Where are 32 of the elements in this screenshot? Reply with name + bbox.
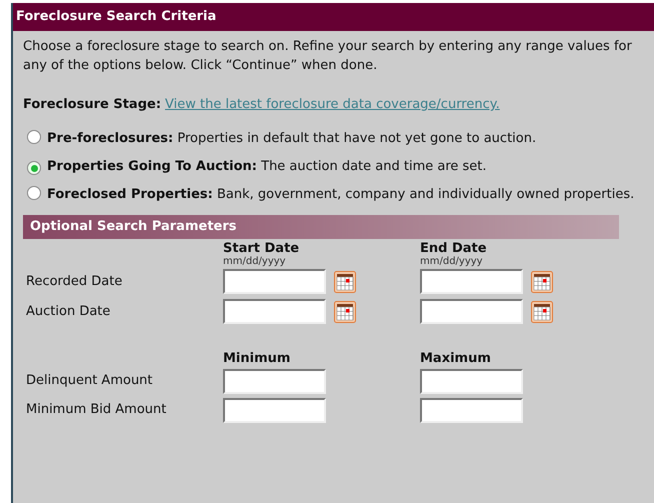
date-format-hint: mm/dd/yyyy <box>420 256 484 266</box>
radio-button[interactable] <box>27 186 41 200</box>
stage-option[interactable]: Properties Going To Auction: The auction date and time are set. <box>23 156 643 176</box>
stage-option[interactable]: Pre-foreclosures: Properties in default that have not yet gone to auction. <box>23 128 643 148</box>
input-field[interactable] <box>420 299 523 324</box>
input-field[interactable] <box>223 398 326 422</box>
stage-option[interactable]: Foreclosed Properties: Bank, government, company and individually owned properties. <box>23 184 643 204</box>
column-heading: Minimum <box>223 350 292 366</box>
radio-button[interactable] <box>27 161 41 175</box>
stage-label: Foreclosure Stage: <box>23 96 162 114</box>
column-heading: End Date <box>420 240 488 256</box>
panel-header: Foreclosure Search Criteria <box>13 3 654 31</box>
row-label: Recorded Date <box>25 272 124 291</box>
column-heading: Start Date <box>223 240 300 256</box>
calendar-icon[interactable] <box>531 300 553 322</box>
section-header: Optional Search Parameters <box>23 214 619 238</box>
calendar-icon[interactable] <box>531 270 553 292</box>
input-field[interactable] <box>420 269 523 294</box>
calendar-icon[interactable] <box>334 270 356 292</box>
input-field[interactable] <box>420 398 523 422</box>
row-label: Delinquent Amount <box>25 372 154 390</box>
intro-text: Choose a foreclosure stage to search on. Refine your search by entering any range values for any of the options below. Click “Continue” when done. <box>23 38 633 75</box>
row-label: Auction Date <box>25 302 112 321</box>
column-heading: Maximum <box>420 350 492 366</box>
input-field[interactable] <box>420 368 523 394</box>
calendar-icon[interactable] <box>334 300 356 322</box>
date-format-hint: mm/dd/yyyy <box>223 256 287 266</box>
input-field[interactable] <box>223 368 326 394</box>
input-field[interactable] <box>223 269 326 294</box>
input-field[interactable] <box>223 299 326 324</box>
row-label: Minimum Bid Amount <box>25 401 168 420</box>
radio-button[interactable] <box>27 130 41 144</box>
